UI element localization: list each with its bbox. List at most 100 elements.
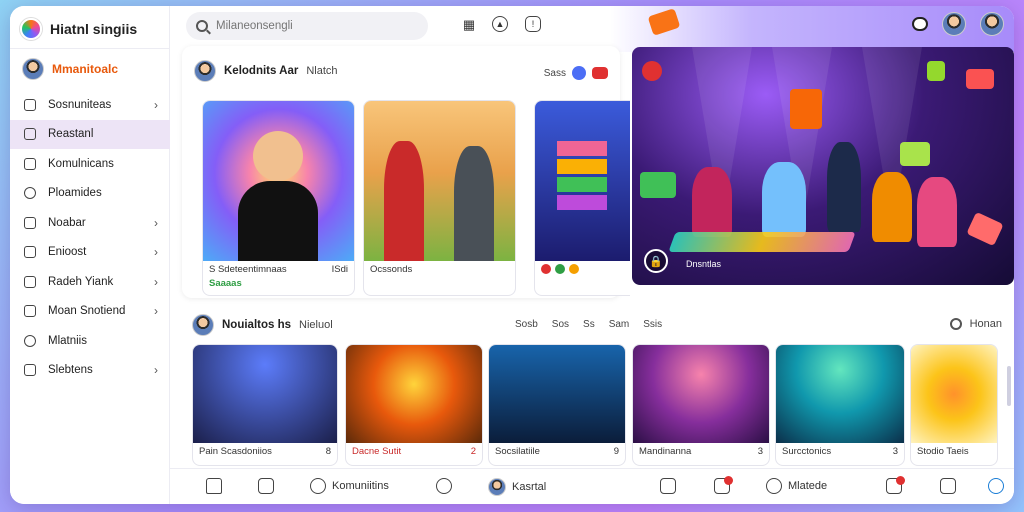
search-bar[interactable] xyxy=(186,12,428,40)
chat-icon xyxy=(310,478,326,494)
play-icon xyxy=(640,172,676,198)
game-card[interactable]: Stodio Taeis xyxy=(910,344,998,466)
search-input[interactable] xyxy=(216,20,406,32)
game-card[interactable]: Ocssonds xyxy=(363,100,516,296)
meta-label[interactable]: Ss xyxy=(583,319,595,330)
scrollbar[interactable] xyxy=(1007,366,1011,406)
card-caption: Ocssonds xyxy=(364,261,515,278)
game-card[interactable]: Mandinanna 3 xyxy=(632,344,770,466)
game-cube xyxy=(966,69,994,89)
bottom-label: Komuniitins xyxy=(332,480,389,492)
profile-button[interactable]: Kasrtal xyxy=(488,478,546,496)
matches-button[interactable]: Mlatede xyxy=(766,478,827,494)
game-card[interactable]: Pain Scasdoniios 8 xyxy=(192,344,338,466)
card-count: 9 xyxy=(613,446,619,457)
game-card[interactable] xyxy=(534,100,630,296)
card-count: 8 xyxy=(325,446,331,457)
friend-avatar[interactable] xyxy=(942,12,966,36)
sidebar-item-enioost[interactable]: Enioost › xyxy=(10,238,170,268)
card-title: S Sdeteentimnaas xyxy=(209,264,287,275)
profile[interactable]: Mmanitoalc xyxy=(22,58,118,80)
box-icon xyxy=(24,305,36,318)
section-title: Nouialtos hs xyxy=(222,319,292,331)
hero-banner[interactable]: 🔒 Dnsntlas xyxy=(632,47,1014,285)
person-figure xyxy=(762,162,806,237)
layers-icon xyxy=(940,478,956,494)
player-icon xyxy=(541,264,551,274)
home-icon xyxy=(660,478,676,494)
search-label: Honan xyxy=(969,318,1002,330)
share-button[interactable] xyxy=(436,478,458,494)
card-caption: Mandinanna 3 xyxy=(633,443,769,460)
meta-label[interactable]: Sam xyxy=(609,319,630,330)
share-icon xyxy=(436,478,452,494)
sidebar-item-slebtens[interactable]: Slebtens › xyxy=(10,356,170,386)
avatar-small xyxy=(572,66,586,80)
game-cube xyxy=(790,89,822,129)
message-icon[interactable] xyxy=(912,17,928,31)
cart-button[interactable] xyxy=(886,476,908,494)
game-card[interactable]: Dacne Sutit 2 xyxy=(345,344,483,466)
sidebar-item-noabar[interactable]: Noabar › xyxy=(10,208,170,238)
card-caption: Stodio Taeis xyxy=(911,443,997,460)
globe-icon xyxy=(766,478,782,494)
card-image xyxy=(203,101,354,261)
card-title: Ocssonds xyxy=(370,264,413,275)
app-window: Hiatnl singiis Mmanitoalc Sosnuniteas › R… xyxy=(10,6,1014,504)
meta-label[interactable]: Ssis xyxy=(643,319,662,330)
app-title: Hiatnl singiis xyxy=(50,21,138,37)
person-figure xyxy=(872,172,912,242)
hero-label: Dnsntlas xyxy=(686,259,722,269)
grid-view-icon[interactable]: ▦ xyxy=(460,16,478,34)
sidebar-item-label: Sosnuniteas xyxy=(48,98,112,111)
circle-icon xyxy=(988,478,1004,494)
game-token xyxy=(642,61,662,81)
game-card[interactable]: S Sdeteentimnaas ISdi Saaaas xyxy=(202,100,355,296)
layers-button[interactable] xyxy=(940,478,962,494)
sidebar-item-moan-snotiend[interactable]: Moan Snotiend › xyxy=(10,297,170,327)
home2-button[interactable] xyxy=(660,478,682,494)
sidebar-item-reastanl[interactable]: Reastanl xyxy=(10,119,170,149)
sidebar-item-mlatniis[interactable]: Mlatniis xyxy=(10,326,170,356)
badge-icon xyxy=(592,67,608,79)
clock-icon xyxy=(24,334,36,347)
meta-label[interactable]: Sosb xyxy=(515,319,538,330)
compass-icon[interactable]: ▲ xyxy=(492,16,508,32)
featured-section: Kelodnits Aar Nlatch Sass S Sdeteentimna… xyxy=(182,46,630,298)
sidebar-item-label: Komulnicans xyxy=(48,157,114,170)
notification-icon[interactable]: ! xyxy=(525,16,541,32)
brand[interactable]: Hiatnl singiis xyxy=(20,14,137,44)
card-image xyxy=(633,345,769,443)
chevron-right-icon: › xyxy=(154,245,158,260)
community-button[interactable]: Komuniitins xyxy=(310,478,389,494)
notification-badge xyxy=(896,476,905,485)
game-card[interactable]: Socsilatiile 9 xyxy=(488,344,626,466)
sidebar-item-label: Radeh Yiank xyxy=(48,275,114,288)
sidebar-item-label: Enioost xyxy=(48,246,87,259)
user-avatar[interactable] xyxy=(980,12,1004,36)
sidebar-item-radeh-yiank[interactable]: Radeh Yiank › xyxy=(10,267,170,297)
lock-icon[interactable]: 🔒 xyxy=(644,249,668,273)
player-icon xyxy=(555,264,565,274)
card-caption xyxy=(535,261,630,277)
meta-label[interactable]: Sos xyxy=(552,319,569,330)
sidebar-item-label: Noabar xyxy=(48,216,86,229)
avatar xyxy=(22,58,44,80)
square-button[interactable] xyxy=(258,478,280,494)
inbox-icon xyxy=(714,476,733,494)
chevron-right-icon: › xyxy=(154,274,158,289)
sidebar-item-komulnicans[interactable]: Komulnicans xyxy=(10,149,170,179)
sidebar-item-sosnuniteas[interactable]: Sosnuniteas › xyxy=(10,90,170,120)
sidebar-item-ploamides[interactable]: Ploamides xyxy=(10,179,170,209)
section-search[interactable]: Honan xyxy=(949,318,1002,330)
inbox-button[interactable] xyxy=(714,476,736,494)
card-count: 3 xyxy=(757,446,763,457)
sidebar-item-label: Moan Snotiend xyxy=(48,305,126,318)
card-title: Socsilatiile xyxy=(495,446,540,457)
game-card[interactable]: Surcctonics 3 xyxy=(775,344,905,466)
home-button[interactable] xyxy=(206,478,228,494)
circle-button[interactable] xyxy=(988,478,1004,494)
avatar xyxy=(194,60,216,82)
search-icon xyxy=(196,20,208,32)
search-icon xyxy=(949,318,962,330)
